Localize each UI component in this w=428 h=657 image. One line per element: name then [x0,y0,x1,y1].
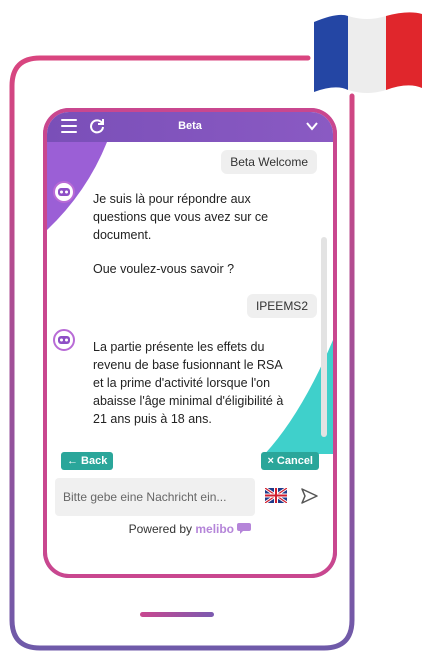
powered-by-label: Powered by [128,522,192,536]
cancel-button[interactable]: × Cancel [261,452,319,470]
robot-avatar-icon [53,329,75,351]
send-icon[interactable] [299,486,319,506]
chat-header: Beta [47,112,333,142]
scrollbar[interactable] [321,237,327,437]
powered-by: Powered by melibo [47,522,333,536]
bot-message: La partie présente les effets du revenu … [93,340,284,426]
message-input[interactable] [61,489,253,505]
robot-avatar-icon [53,181,75,203]
chat-bubble-icon [237,523,252,534]
user-message: Beta Welcome [221,150,317,174]
brand-name: melibo [195,522,235,536]
france-flag-icon [314,12,422,93]
back-button[interactable]: ← Back [61,452,114,470]
chat-widget: Beta Beta Welcome Je suis là pour répond… [47,112,333,574]
message-input-container [55,478,255,516]
home-indicator [140,612,214,617]
chat-messages: Beta Welcome Je suis là pour répondre au… [47,142,333,454]
user-message: IPEEMS2 [246,294,317,318]
uk-flag-icon[interactable] [265,488,287,503]
bot-message: Je suis là pour répondre aux questions q… [93,192,269,242]
chevron-down-icon[interactable] [305,119,319,133]
bot-message: Oue voulez-vous savoir ? [93,262,235,276]
chat-title: Beta [178,120,202,132]
